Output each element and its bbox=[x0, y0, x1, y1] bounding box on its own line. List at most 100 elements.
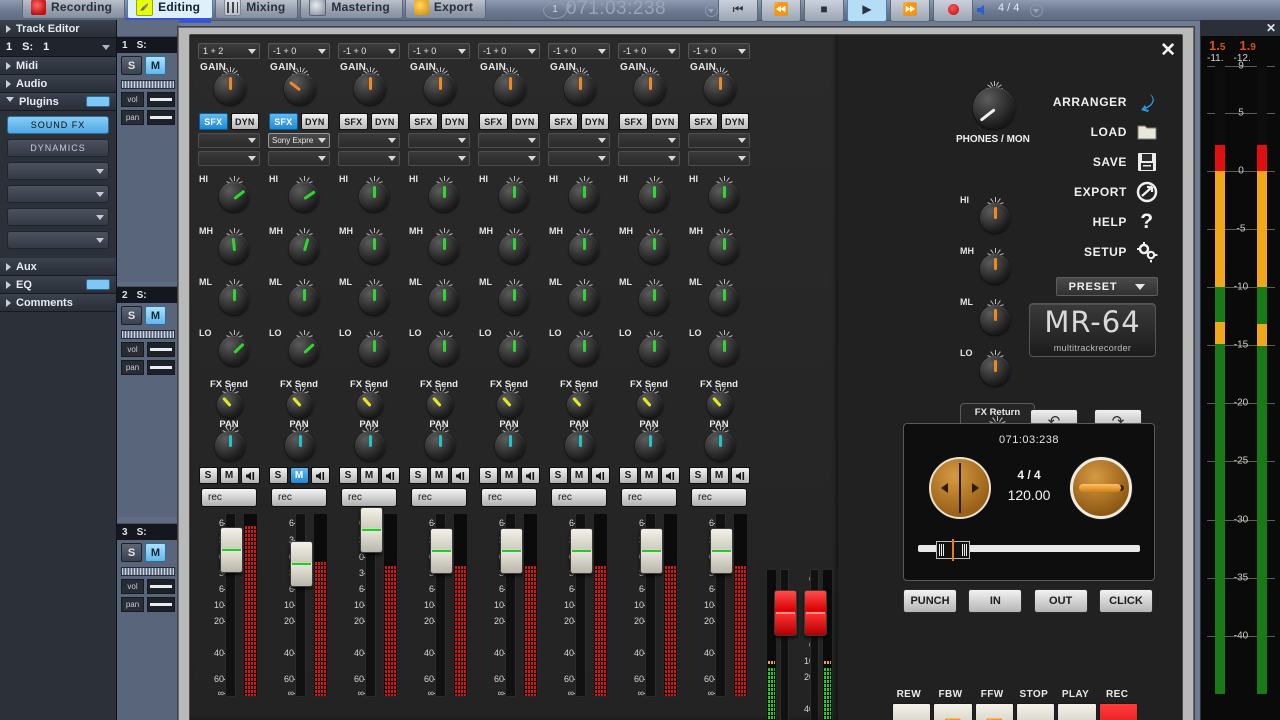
sfx-button[interactable]: SFX bbox=[339, 113, 368, 130]
sidebar-item-eq[interactable]: EQ bbox=[0, 276, 116, 294]
eq-mh-knob[interactable] bbox=[289, 228, 319, 264]
fader-handle[interactable] bbox=[640, 527, 663, 574]
transport-rew-button[interactable]: ⏮ bbox=[892, 703, 932, 720]
fx-send-knob[interactable] bbox=[217, 386, 243, 418]
sidebar-item-comments[interactable]: Comments bbox=[0, 294, 116, 312]
channel-source-select[interactable]: -1 + 0 bbox=[338, 43, 400, 59]
eq-mh-knob[interactable] bbox=[639, 228, 669, 264]
mute-button[interactable]: M bbox=[359, 467, 379, 484]
eq-mh-knob[interactable] bbox=[429, 228, 459, 264]
menu-item-arranger[interactable]: ARRANGER bbox=[968, 87, 1158, 117]
rec-button[interactable]: rec bbox=[551, 488, 607, 507]
eq-ml-knob[interactable] bbox=[289, 279, 319, 315]
dyn-button[interactable]: DYN bbox=[230, 113, 259, 130]
host-tab-export[interactable]: Export bbox=[404, 0, 487, 19]
channel-source-select[interactable]: -1 + 0 bbox=[408, 43, 470, 59]
track-row[interactable]: 3 S: S Mvol pan bbox=[117, 523, 179, 720]
fader-handle[interactable] bbox=[290, 541, 313, 588]
fader-handle[interactable] bbox=[570, 527, 593, 574]
plugin-slot-4[interactable] bbox=[7, 231, 109, 249]
transport-ffw-button[interactable]: ⏩ bbox=[974, 703, 1014, 720]
dyn-button[interactable]: DYN bbox=[720, 113, 749, 130]
tempo-knob[interactable] bbox=[1070, 457, 1132, 519]
sfx-button[interactable]: SFX bbox=[479, 113, 508, 130]
eq-ml-knob[interactable] bbox=[359, 279, 389, 315]
monitor-button[interactable] bbox=[380, 467, 400, 484]
fx-send-knob[interactable] bbox=[567, 386, 593, 418]
solo-button[interactable]: S bbox=[338, 467, 358, 484]
channel-source-select[interactable]: -1 + 0 bbox=[548, 43, 610, 59]
plugin-slot-1[interactable] bbox=[478, 133, 540, 148]
fader-handle[interactable] bbox=[500, 527, 523, 574]
plugin-slot-1[interactable] bbox=[198, 133, 260, 148]
eq-lo-knob[interactable] bbox=[499, 330, 529, 366]
track-mute-button[interactable]: M bbox=[145, 56, 166, 75]
sidebar-item-plugins[interactable]: Plugins bbox=[0, 93, 116, 111]
plugin-slot-1[interactable] bbox=[338, 133, 400, 148]
plugin-slot-3[interactable] bbox=[7, 208, 109, 226]
sfx-button[interactable]: SFX bbox=[199, 113, 228, 130]
track-pan-slider[interactable] bbox=[147, 360, 175, 375]
record-button[interactable] bbox=[933, 0, 973, 22]
eq-lo-knob[interactable] bbox=[639, 330, 669, 366]
plugin-slot-1[interactable] bbox=[408, 133, 470, 148]
eq-lo-knob[interactable] bbox=[359, 330, 389, 366]
sfx-button[interactable]: SFX bbox=[619, 113, 648, 130]
plugin-slot-1[interactable] bbox=[688, 133, 750, 148]
fx-send-knob[interactable] bbox=[707, 386, 733, 418]
pan-knob[interactable] bbox=[635, 425, 665, 461]
solo-button[interactable]: S bbox=[408, 467, 428, 484]
master-eq-ml-knob[interactable] bbox=[980, 299, 1010, 335]
plugin-slot-2[interactable] bbox=[268, 151, 330, 166]
track-row[interactable]: 2 S: S Mvol pan bbox=[117, 286, 179, 517]
eq-mh-knob[interactable] bbox=[709, 228, 739, 264]
fx-send-knob[interactable] bbox=[637, 386, 663, 418]
gain-knob[interactable] bbox=[214, 67, 246, 105]
sidebar-item-track-editor[interactable]: Track Editor bbox=[0, 20, 116, 38]
rec-button[interactable]: rec bbox=[481, 488, 537, 507]
dyn-button[interactable]: DYN bbox=[650, 113, 679, 130]
plugin-slot-2[interactable] bbox=[338, 151, 400, 166]
host-clock-dropdown-icon[interactable] bbox=[705, 4, 718, 17]
eq-hi-knob[interactable] bbox=[289, 176, 319, 212]
eq-ml-knob[interactable] bbox=[499, 279, 529, 315]
pan-knob[interactable] bbox=[355, 425, 385, 461]
mute-button[interactable]: M bbox=[289, 467, 309, 484]
monitor-button[interactable] bbox=[310, 467, 330, 484]
fader-handle[interactable] bbox=[710, 527, 733, 574]
meters-close-icon[interactable]: ✕ bbox=[1266, 21, 1276, 35]
dyn-button[interactable]: DYN bbox=[370, 113, 399, 130]
channel-source-select[interactable]: -1 + 0 bbox=[618, 43, 680, 59]
channel-source-select[interactable]: -1 + 0 bbox=[688, 43, 750, 59]
pan-knob[interactable] bbox=[285, 425, 315, 461]
eq-hi-knob[interactable] bbox=[429, 176, 459, 212]
mute-button[interactable]: M bbox=[569, 467, 589, 484]
host-clock[interactable]: 071:03:238 bbox=[566, 0, 666, 20]
eq-lo-knob[interactable] bbox=[219, 330, 249, 366]
eq-mh-knob[interactable] bbox=[569, 228, 599, 264]
monitor-button[interactable] bbox=[450, 467, 470, 484]
pan-knob[interactable] bbox=[425, 425, 455, 461]
plugin-dynamics-button[interactable]: DYNAMICS bbox=[7, 139, 109, 157]
sidebar-item-midi[interactable]: Midi bbox=[0, 57, 116, 75]
host-tab-mastering[interactable]: Mastering bbox=[300, 0, 403, 19]
plugin-slot-1[interactable] bbox=[618, 133, 680, 148]
rec-button[interactable]: rec bbox=[621, 488, 677, 507]
fader-handle[interactable] bbox=[220, 526, 243, 573]
plugin-slot-1[interactable]: Sony Expre bbox=[268, 133, 330, 148]
rec-button[interactable]: rec bbox=[201, 488, 257, 507]
sfx-button[interactable]: SFX bbox=[269, 113, 298, 130]
eq-lo-knob[interactable] bbox=[429, 330, 459, 366]
dyn-button[interactable]: DYN bbox=[510, 113, 539, 130]
eq-ml-knob[interactable] bbox=[219, 279, 249, 315]
gain-knob[interactable] bbox=[704, 67, 736, 105]
solo-button[interactable]: S bbox=[268, 467, 288, 484]
menu-item-load[interactable]: LOAD bbox=[968, 117, 1158, 147]
fx-send-knob[interactable] bbox=[357, 386, 383, 418]
eq-hi-knob[interactable] bbox=[639, 176, 669, 212]
sfx-button[interactable]: SFX bbox=[549, 113, 578, 130]
fx-send-knob[interactable] bbox=[497, 386, 523, 418]
menu-item-export[interactable]: EXPORT bbox=[968, 177, 1158, 207]
fx-send-knob[interactable] bbox=[427, 386, 453, 418]
solo-button[interactable]: S bbox=[478, 467, 498, 484]
